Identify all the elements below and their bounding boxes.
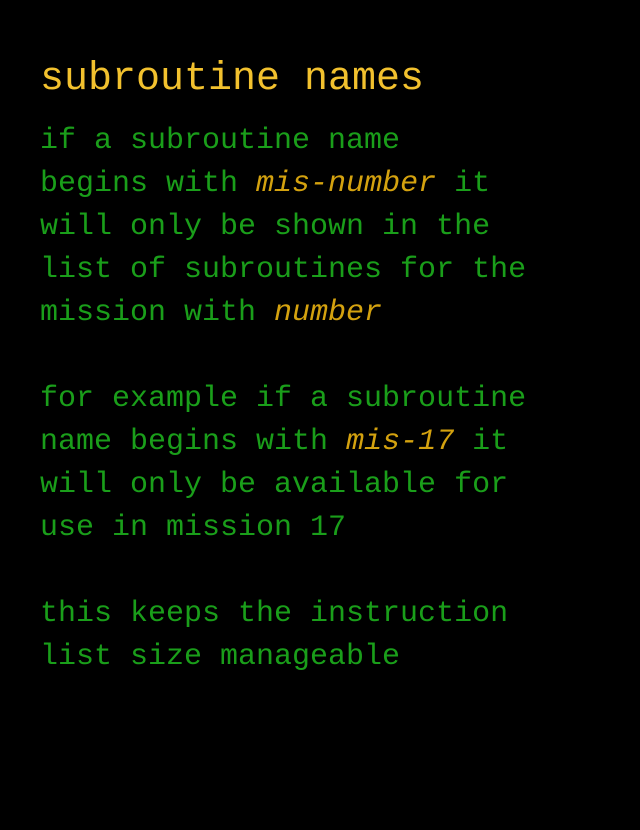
text-line: list of subroutines for the	[40, 249, 630, 292]
text-line: name begins with mis-17 it	[40, 421, 630, 464]
text-segment: use in mission 17	[40, 511, 347, 545]
text-line: mission with number	[40, 292, 630, 335]
text-line: for example if a subroutine	[40, 378, 630, 421]
highlight-term: number	[274, 296, 383, 330]
paragraph-example: for example if a subroutine name begins …	[40, 378, 630, 550]
text-segment: mission with	[40, 296, 275, 330]
text-segment: for example if a subroutine	[40, 382, 527, 416]
highlight-term: mis-number	[256, 167, 437, 201]
highlight-term: mis-17	[346, 425, 455, 459]
text-segment: list size manageable	[40, 640, 401, 674]
text-segment: it	[436, 167, 491, 201]
text-segment: if a subroutine name	[40, 124, 401, 158]
text-segment: will only be shown in the	[40, 210, 491, 244]
text-line: this keeps the instruction	[40, 593, 630, 636]
text-line: will only be available for	[40, 464, 630, 507]
page-title: subroutine names	[40, 57, 425, 102]
text-segment: will only be available for	[40, 468, 509, 502]
text-segment: this keeps the instruction	[40, 597, 509, 631]
text-line: if a subroutine name	[40, 120, 630, 163]
text-line: will only be shown in the	[40, 206, 630, 249]
help-panel: subroutine names if a subroutine name be…	[40, 56, 630, 722]
paragraph-subroutine-visibility: if a subroutine name begins with mis-num…	[40, 120, 630, 335]
text-segment: name begins with	[40, 425, 347, 459]
text-segment: list of subroutines for the	[40, 253, 527, 287]
text-segment: it	[454, 425, 509, 459]
text-line: list size manageable	[40, 636, 630, 679]
paragraph-rationale: this keeps the instruction list size man…	[40, 593, 630, 679]
text-line: use in mission 17	[40, 507, 630, 550]
text-segment: begins with	[40, 167, 257, 201]
text-line: begins with mis-number it	[40, 163, 630, 206]
